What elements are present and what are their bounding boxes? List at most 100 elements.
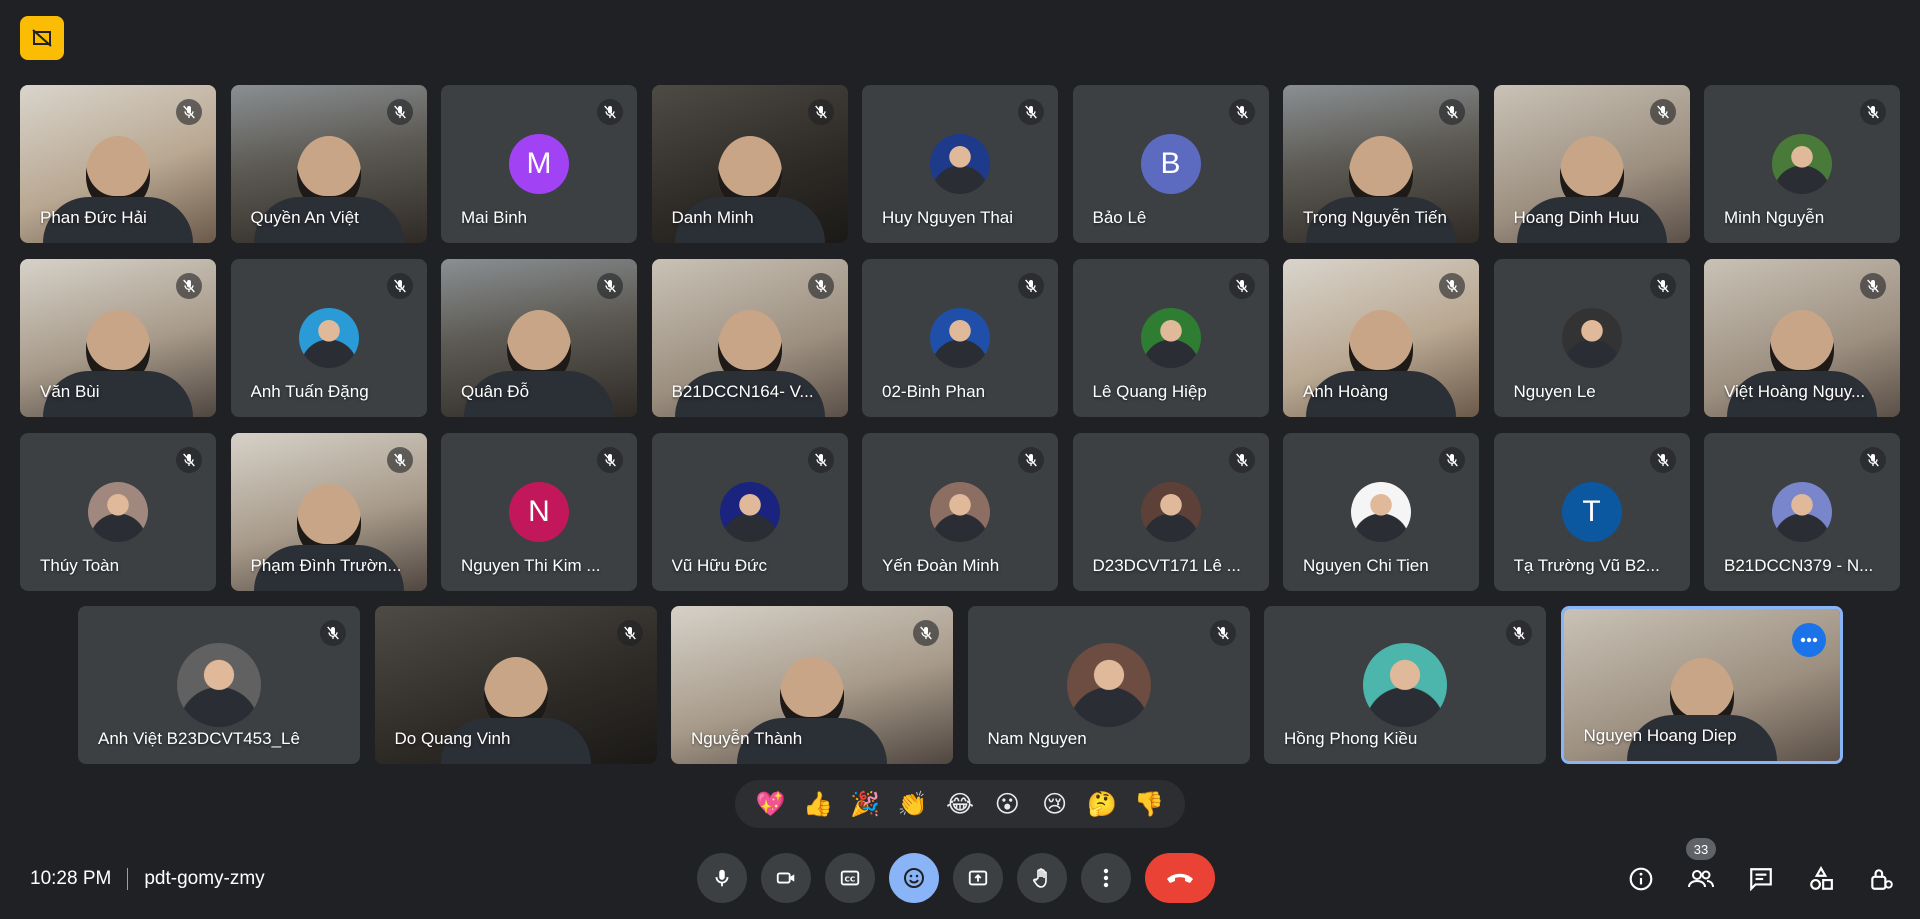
participant-tile[interactable]: Văn Bùi bbox=[20, 259, 216, 417]
participant-tile[interactable]: 02-Binh Phan bbox=[862, 259, 1058, 417]
participant-tile[interactable]: Nguyen Chi Tien bbox=[1283, 433, 1479, 591]
reaction-emoji-button[interactable]: 🎉 bbox=[848, 787, 882, 821]
tile-more-button[interactable] bbox=[1791, 623, 1826, 657]
reaction-emoji-button[interactable]: 😂 bbox=[943, 787, 977, 821]
profile-photo-avatar bbox=[719, 482, 780, 542]
participant-grid: Phan Đức Hải Quyền An Việt M Mai Binh Danh M… bbox=[0, 0, 1920, 780]
participant-tile[interactable]: Quyền An Việt bbox=[230, 85, 427, 243]
mic-off-icon bbox=[1860, 447, 1886, 473]
mic-off-icon bbox=[1860, 273, 1886, 299]
reaction-emoji-button[interactable]: 👍 bbox=[801, 787, 835, 821]
participant-tile[interactable]: Việt Hoàng Nguy... bbox=[1704, 259, 1900, 417]
camera-icon bbox=[776, 872, 795, 884]
profile-photo-avatar bbox=[1772, 134, 1832, 194]
participant-tile[interactable]: T Tạ Trường Vũ B2... bbox=[1493, 433, 1690, 591]
meeting-code[interactable]: pdt-gomy-zmy bbox=[144, 868, 264, 890]
lock-person-icon bbox=[1871, 869, 1893, 890]
host-controls-button[interactable] bbox=[1866, 864, 1896, 894]
participant-tile[interactable]: Nguyen Hoang Diep bbox=[1560, 606, 1843, 764]
hang-up-icon bbox=[1167, 873, 1193, 883]
reaction-emoji-button[interactable]: 👏 bbox=[896, 787, 930, 821]
profile-photo-avatar bbox=[930, 134, 990, 194]
more-options-button[interactable] bbox=[1081, 853, 1131, 903]
meeting-details-button[interactable] bbox=[1626, 864, 1656, 894]
participant-tile[interactable]: Danh Minh bbox=[651, 85, 848, 243]
profile-photo-avatar bbox=[930, 308, 990, 368]
emoji-button[interactable] bbox=[889, 853, 939, 903]
call-controls: CC bbox=[697, 852, 1215, 904]
participant-tile[interactable]: Quân Đỗ bbox=[441, 259, 637, 417]
participant-tile[interactable]: B Bảo Lê bbox=[1072, 85, 1269, 243]
captions-button[interactable]: CC bbox=[825, 853, 875, 903]
participant-tile[interactable]: Phan Đức Hải bbox=[20, 85, 216, 243]
participant-tile[interactable]: Yến Đoàn Minh bbox=[862, 433, 1058, 591]
participant-tile[interactable]: Do Quang Vinh bbox=[374, 606, 657, 764]
participant-tile[interactable]: Phạm Đình Trườn... bbox=[230, 433, 427, 591]
chat-button[interactable] bbox=[1746, 864, 1776, 894]
microphone-icon bbox=[715, 869, 729, 887]
profile-photo-avatar bbox=[1140, 308, 1201, 368]
participant-tile[interactable]: Minh Nguyễn bbox=[1704, 85, 1900, 243]
raise-hand-button[interactable] bbox=[1017, 853, 1067, 903]
mic-off-icon bbox=[913, 620, 939, 646]
more-horizontal-icon bbox=[1800, 637, 1817, 643]
profile-photo-avatar bbox=[298, 308, 359, 368]
letter-avatar: T bbox=[1561, 482, 1622, 542]
participant-tile[interactable]: N Nguyen Thi Kim ... bbox=[441, 433, 637, 591]
participant-name: Huy Nguyen Thai bbox=[882, 208, 1014, 227]
profile-photo-avatar bbox=[1066, 643, 1151, 727]
profile-photo-avatar bbox=[1561, 308, 1622, 368]
avatar-letter: T bbox=[1582, 495, 1601, 528]
participant-name: Tạ Trường Vũ B2... bbox=[1513, 556, 1660, 575]
participant-name: Bảo Lê bbox=[1092, 208, 1147, 227]
participant-tile[interactable]: Nguyen Le bbox=[1493, 259, 1690, 417]
reaction-emoji-button[interactable]: 💖 bbox=[754, 787, 788, 821]
participant-tile[interactable]: M Mai Binh bbox=[441, 85, 637, 243]
participant-name: Anh Tuấn Đặng bbox=[250, 382, 369, 401]
participant-name: Lê Quang Hiệp bbox=[1092, 382, 1207, 401]
activities-button[interactable] bbox=[1806, 864, 1836, 894]
mic-off-icon bbox=[807, 273, 834, 299]
participant-name: Mai Binh bbox=[461, 208, 528, 227]
participant-name: Vũ Hữu Đức bbox=[671, 556, 768, 575]
participant-tile[interactable]: Anh Việt B23DCVT453_Lê bbox=[78, 606, 360, 764]
mic-off-icon bbox=[597, 99, 623, 125]
participant-tile[interactable]: Vũ Hữu Đức bbox=[651, 433, 848, 591]
smiley-icon bbox=[904, 868, 924, 888]
participant-tile[interactable]: Anh Hoàng bbox=[1283, 259, 1479, 417]
participant-tile[interactable]: Hoang Dinh Huu bbox=[1493, 85, 1690, 243]
microphone-button[interactable] bbox=[697, 853, 747, 903]
participant-tile[interactable]: B21DCCN164- V... bbox=[651, 259, 848, 417]
mic-off-icon bbox=[807, 99, 834, 125]
participant-name: Nam Nguyen bbox=[987, 729, 1087, 748]
mic-off-icon bbox=[1018, 273, 1044, 299]
participant-name: Anh Việt B23DCVT453_Lê bbox=[98, 729, 300, 748]
leave-call-button[interactable] bbox=[1145, 853, 1215, 903]
reaction-emoji-button[interactable]: 🤔 bbox=[1085, 787, 1119, 821]
participant-name: Hồng Phong Kiều bbox=[1284, 729, 1418, 748]
mic-off-icon bbox=[1506, 620, 1532, 646]
reaction-emoji-button[interactable]: 👎 bbox=[1132, 787, 1166, 821]
avatar-letter: M bbox=[526, 147, 552, 180]
people-button[interactable]: 33 bbox=[1686, 838, 1716, 894]
participant-tile[interactable]: Trọng Nguyễn Tiến bbox=[1283, 85, 1479, 243]
participant-tile[interactable]: B21DCCN379 - N... bbox=[1704, 433, 1900, 591]
participant-tile[interactable]: Nguyễn Thành bbox=[671, 606, 953, 764]
participant-name: D23DCVT171 Lê ... bbox=[1092, 556, 1241, 575]
participant-tile[interactable]: Anh Tuấn Đặng bbox=[230, 259, 427, 417]
camera-button[interactable] bbox=[761, 853, 811, 903]
present-button[interactable] bbox=[953, 853, 1003, 903]
participant-tile[interactable]: Huy Nguyen Thai bbox=[862, 85, 1058, 243]
participant-tile[interactable]: Hồng Phong Kiều bbox=[1264, 606, 1546, 764]
mic-off-icon bbox=[386, 99, 413, 125]
participant-name: B21DCCN379 - N... bbox=[1724, 556, 1874, 575]
participant-tile[interactable]: D23DCVT171 Lê ... bbox=[1072, 433, 1269, 591]
reaction-emoji-button[interactable]: 😮 bbox=[990, 787, 1024, 821]
participant-tile[interactable]: Nam Nguyen bbox=[967, 606, 1250, 764]
participant-tile[interactable]: Lê Quang Hiệp bbox=[1072, 259, 1269, 417]
participant-tile[interactable]: Thúy Toàn bbox=[20, 433, 216, 591]
letter-avatar: B bbox=[1140, 134, 1201, 194]
mic-off-icon bbox=[1439, 99, 1465, 125]
reaction-emoji-button[interactable]: 😢 bbox=[1038, 787, 1072, 821]
mic-off-icon bbox=[807, 447, 834, 473]
